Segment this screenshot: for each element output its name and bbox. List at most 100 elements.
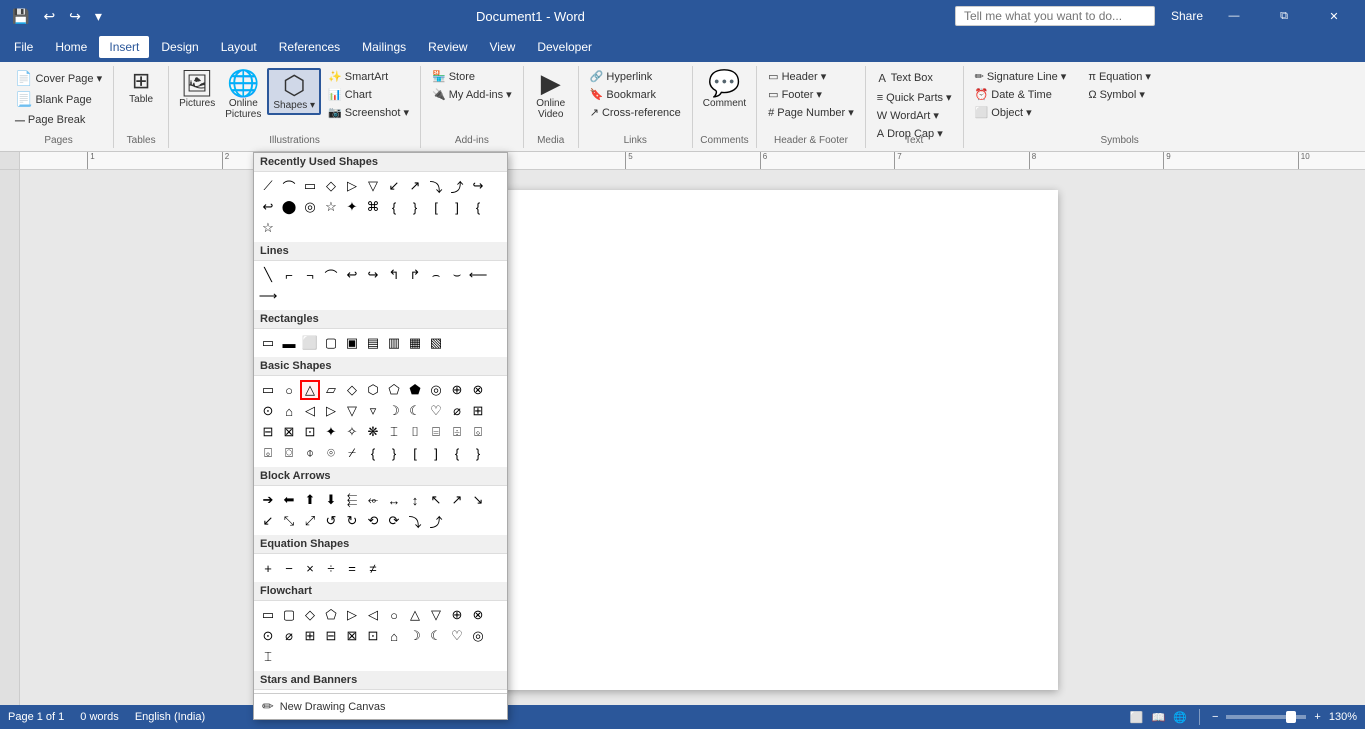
shape-item[interactable]: ⟲: [363, 511, 383, 531]
shape-item[interactable]: ⟋: [258, 176, 278, 196]
view-reading-icon[interactable]: 📖: [1152, 711, 1166, 724]
shape-item[interactable]: ☽: [384, 401, 404, 421]
shape-item[interactable]: ⌺: [468, 422, 488, 442]
shape-item[interactable]: }: [405, 197, 425, 217]
equation-button[interactable]: π Equation ▾: [1083, 68, 1156, 85]
shape-item[interactable]: ↗: [405, 176, 425, 196]
shape-item[interactable]: ⤴: [426, 511, 446, 531]
shape-item[interactable]: ○: [279, 380, 299, 400]
shape-item[interactable]: ▷: [342, 176, 362, 196]
shape-item[interactable]: ▣: [342, 333, 362, 353]
store-button[interactable]: 🏪 Store: [427, 68, 517, 85]
shape-item[interactable]: ◇: [342, 380, 362, 400]
shape-item[interactable]: ▽: [363, 176, 383, 196]
shape-item[interactable]: +: [258, 558, 278, 578]
shape-item[interactable]: ⊠: [279, 422, 299, 442]
shape-item[interactable]: ⤡: [279, 511, 299, 531]
menu-review[interactable]: Review: [418, 36, 477, 58]
redo-button[interactable]: ↪: [65, 6, 85, 27]
zoom-out-button[interactable]: −: [1212, 711, 1218, 723]
shape-item[interactable]: ✧: [342, 422, 362, 442]
shape-item[interactable]: ↱: [405, 265, 425, 285]
table-button[interactable]: ⊞ Table: [120, 68, 162, 107]
crossref-button[interactable]: ↗ Cross-reference: [585, 104, 686, 121]
signature-line-button[interactable]: ✏ Signature Line ▾: [970, 68, 1072, 85]
save-button[interactable]: 💾: [8, 6, 33, 27]
shape-item[interactable]: ⬠: [384, 380, 404, 400]
shape-item[interactable]: ⟶: [258, 286, 278, 306]
shape-item[interactable]: ⤵: [426, 176, 446, 196]
text-box-button[interactable]: Ａ Text Box: [872, 68, 957, 88]
shape-item[interactable]: ↔: [384, 490, 404, 510]
shape-item[interactable]: ⊟: [258, 422, 278, 442]
shape-item[interactable]: ↩: [258, 197, 278, 217]
shape-item[interactable]: ☆: [258, 218, 278, 238]
shape-item[interactable]: ⌻: [258, 443, 278, 463]
shape-item[interactable]: ○: [384, 605, 404, 625]
shape-item[interactable]: ◎: [468, 626, 488, 646]
shape-item[interactable]: ≠: [363, 558, 383, 578]
shapes-button[interactable]: ⬡ Shapes ▾: [267, 68, 321, 115]
shape-item[interactable]: ⬡: [363, 380, 383, 400]
menu-home[interactable]: Home: [45, 36, 97, 58]
shape-item[interactable]: ◁: [300, 401, 320, 421]
shape-item[interactable]: ☆: [321, 197, 341, 217]
menu-mailings[interactable]: Mailings: [352, 36, 416, 58]
customize-button[interactable]: ▾: [91, 6, 106, 27]
shape-item[interactable]: ✦: [321, 422, 341, 442]
view-web-icon[interactable]: 🌐: [1173, 711, 1187, 724]
shape-item[interactable]: ⊠: [342, 626, 362, 646]
my-addins-button[interactable]: 🔌 My Add-ins ▾: [427, 86, 517, 103]
shape-item[interactable]: ▦: [405, 333, 425, 353]
shape-item[interactable]: ◎: [300, 197, 320, 217]
new-drawing-canvas-button[interactable]: ✏ New Drawing Canvas: [254, 693, 507, 719]
shape-item[interactable]: ↩: [342, 265, 362, 285]
shape-item[interactable]: ⊞: [468, 401, 488, 421]
shape-item[interactable]: ⌀: [447, 401, 467, 421]
shape-item[interactable]: ⊗: [468, 380, 488, 400]
shape-item[interactable]: ¬: [300, 265, 320, 285]
page-number-button[interactable]: # Page Number ▾: [763, 104, 859, 121]
shape-item[interactable]: ⌸: [426, 422, 446, 442]
shape-item[interactable]: ▷: [342, 605, 362, 625]
chart-button[interactable]: 📊 Chart: [323, 86, 414, 103]
undo-button[interactable]: ↩: [39, 6, 59, 27]
shape-item[interactable]: }: [468, 443, 488, 463]
shape-item[interactable]: ♡: [447, 626, 467, 646]
shape-item[interactable]: ↗: [447, 490, 467, 510]
shape-item[interactable]: ⌒: [279, 176, 299, 196]
minimize-button[interactable]: —: [1211, 0, 1257, 32]
shape-item[interactable]: ➔: [258, 490, 278, 510]
shape-item[interactable]: ⌘: [363, 197, 383, 217]
restore-button[interactable]: ⧉: [1261, 0, 1307, 32]
shape-item[interactable]: [: [426, 197, 446, 217]
shape-item[interactable]: ⤢: [300, 511, 320, 531]
shape-item[interactable]: ◎: [426, 380, 446, 400]
shape-item[interactable]: ÷: [321, 558, 341, 578]
shape-item[interactable]: ▭: [258, 380, 278, 400]
shape-item[interactable]: ▤: [363, 333, 383, 353]
shape-item[interactable]: ↕: [405, 490, 425, 510]
menu-insert[interactable]: Insert: [99, 36, 149, 58]
shape-item[interactable]: ▬: [279, 333, 299, 353]
tell-me-input[interactable]: [955, 6, 1155, 26]
quick-parts-button[interactable]: ≡ Quick Parts ▾: [872, 89, 957, 106]
shape-item[interactable]: ▭: [258, 605, 278, 625]
shape-item[interactable]: ✦: [342, 197, 362, 217]
shape-item[interactable]: ↰: [384, 265, 404, 285]
shape-item[interactable]: ▿: [363, 401, 383, 421]
shape-item[interactable]: ⌹: [447, 422, 467, 442]
shape-item[interactable]: ⬱: [342, 490, 362, 510]
shape-item[interactable]: ☾: [426, 626, 446, 646]
pictures-button[interactable]: 🖼 Pictures: [175, 68, 219, 111]
shape-item[interactable]: ⊗: [468, 605, 488, 625]
shape-item[interactable]: ◇: [300, 605, 320, 625]
shape-item[interactable]: ♡: [426, 401, 446, 421]
shape-item[interactable]: ▥: [384, 333, 404, 353]
shape-item[interactable]: {: [447, 443, 467, 463]
footer-button[interactable]: ▭ Footer ▾: [763, 86, 859, 103]
shape-item[interactable]: ↙: [258, 511, 278, 531]
shape-item[interactable]: ▢: [279, 605, 299, 625]
shape-item[interactable]: ↙: [384, 176, 404, 196]
shape-item[interactable]: ⊡: [363, 626, 383, 646]
